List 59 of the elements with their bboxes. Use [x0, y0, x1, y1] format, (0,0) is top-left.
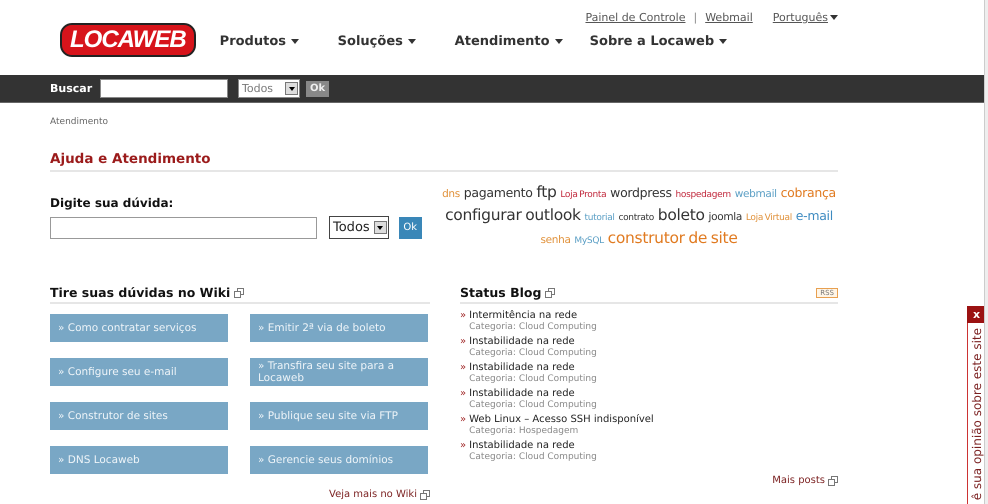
post-title[interactable]: Instabilidade na rede	[469, 336, 597, 348]
bullet: »	[460, 336, 466, 349]
separator: |	[693, 11, 698, 24]
ok-button[interactable]: Ok	[398, 216, 422, 238]
top-link[interactable]: Webmail	[705, 11, 753, 24]
search-label: Buscar	[50, 82, 94, 95]
nav-menu-item[interactable]: Produtos	[220, 34, 338, 49]
question-label: Digite sua dúvida:	[50, 196, 174, 210]
tag-link[interactable]: e-mail	[796, 208, 833, 223]
question-field[interactable]	[50, 216, 317, 238]
external-link-icon	[420, 490, 430, 500]
post-category: Categoria: Hospedagem	[469, 426, 580, 437]
tag-link[interactable]: ftp	[536, 183, 557, 201]
post-category: Categoria: Cloud Computing	[469, 322, 597, 333]
caret-icon	[830, 15, 838, 20]
language-menu[interactable]: Português	[772, 11, 838, 24]
tag-link[interactable]: configurar outlook	[445, 206, 581, 224]
page-title: Ajuda e Atendimento	[50, 151, 838, 172]
post-title[interactable]: Web Linux – Acesso SSH indisponível	[469, 414, 654, 426]
bullet: »	[460, 414, 466, 427]
section-title: Tire suas dúvidas no Wiki	[50, 285, 230, 300]
bullet: »	[460, 440, 466, 453]
post-category: Categoria: Cloud Computing	[469, 452, 597, 463]
caret-icon	[554, 39, 563, 44]
post-title[interactable]: Intermitência na rede	[469, 310, 597, 322]
external-link-icon	[545, 288, 556, 298]
post-title[interactable]: Instabilidade na rede	[469, 440, 597, 452]
caret-icon	[291, 39, 299, 44]
tag-link[interactable]: Loja Pronta	[560, 190, 606, 200]
caret-icon	[408, 39, 416, 44]
bullet: »	[460, 362, 466, 375]
scope-dropdown[interactable]: Todos	[329, 216, 389, 239]
post-title[interactable]: Instabilidade na rede	[469, 388, 597, 400]
post-category: Categoria: Cloud Computing	[469, 348, 597, 359]
caret-icon	[719, 39, 728, 44]
top-link[interactable]: Painel de Controle	[585, 11, 686, 24]
nav-menu-item[interactable]: Soluções	[338, 34, 455, 49]
tag-link[interactable]: contrato	[618, 213, 654, 223]
post-category: Categoria: Cloud Computing	[469, 400, 597, 411]
more-link[interactable]: Veja mais no Wiki	[329, 489, 417, 500]
tag-link[interactable]: joomla	[708, 211, 742, 223]
bullet: »	[460, 310, 466, 323]
nav-menu-item[interactable]: Sobre a Locaweb	[590, 34, 728, 49]
locaweb-logo[interactable]: LOCAWEB	[60, 23, 196, 57]
scope-dropdown[interactable]: Todos	[238, 79, 300, 98]
external-link-icon	[828, 476, 838, 486]
post-category: Categoria: Cloud Computing	[469, 374, 597, 385]
tag-link[interactable]: pagamento	[464, 185, 533, 200]
breadcrumb[interactable]: Atendimento	[50, 117, 838, 127]
tag-link[interactable]: wordpress	[610, 185, 672, 200]
nav-menu-item[interactable]: Atendimento	[454, 34, 590, 49]
more-link[interactable]: Mais posts	[772, 475, 825, 486]
tag-link[interactable]: boleto	[658, 206, 705, 224]
search-field[interactable]	[100, 79, 228, 98]
post-title[interactable]: Instabilidade na rede	[469, 362, 597, 374]
section-title: Status Blog	[460, 285, 542, 300]
tag-link[interactable]: hospedagem	[675, 190, 731, 200]
bullet: »	[460, 388, 466, 401]
external-link-icon	[234, 288, 244, 298]
